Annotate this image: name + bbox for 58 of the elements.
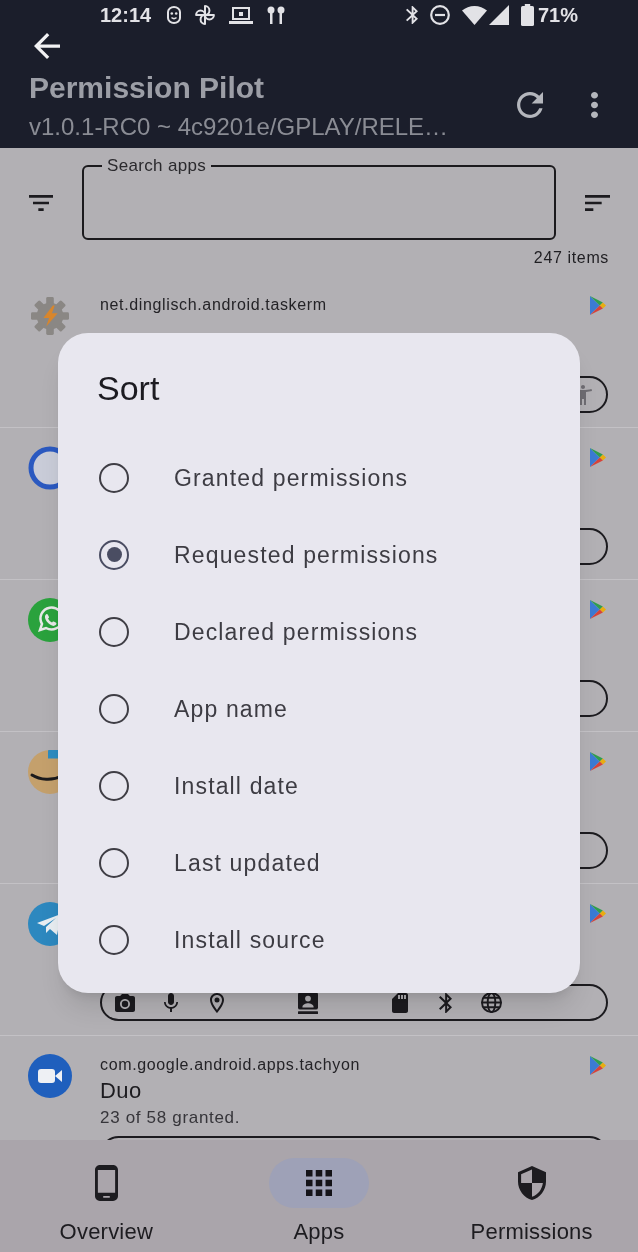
dialog-title: Sort xyxy=(96,368,161,408)
play-triangle-icon xyxy=(590,752,606,771)
bluetooth-icon xyxy=(405,6,418,24)
status-time: 12:14 xyxy=(100,3,152,27)
camera-icon xyxy=(114,993,135,1012)
app-title: Permission Pilot xyxy=(29,69,266,106)
sort-option[interactable]: App name xyxy=(58,670,580,747)
radio-button[interactable] xyxy=(99,539,129,570)
face-icon xyxy=(167,6,182,24)
radio-button[interactable] xyxy=(99,462,129,493)
sort-option[interactable]: Install date xyxy=(58,747,580,824)
phone-icon[interactable] xyxy=(94,1165,118,1201)
radio-button[interactable] xyxy=(99,847,129,878)
radio-button[interactable] xyxy=(99,770,129,801)
play-triangle-icon xyxy=(590,904,606,923)
item-count: 247 items xyxy=(533,248,609,268)
sort-option[interactable]: Requested permissions xyxy=(58,516,580,593)
permission-summary: 23 of 58 granted. xyxy=(100,1107,242,1129)
play-triangle-icon xyxy=(590,600,606,619)
gear-icon xyxy=(31,297,69,335)
do-not-disturb-icon xyxy=(429,5,450,25)
pinwheel-icon xyxy=(195,5,216,25)
laptop-icon xyxy=(229,6,254,24)
bluetooth-icon xyxy=(439,992,453,1013)
apps-grid-icon[interactable] xyxy=(306,1170,332,1196)
back-arrow-icon[interactable] xyxy=(34,33,60,59)
play-triangle-icon xyxy=(590,448,606,467)
package-name: com.google.android.apps.tachyon xyxy=(100,1055,361,1075)
sd-card-icon xyxy=(391,992,408,1013)
sort-option[interactable]: Install source xyxy=(58,901,580,978)
radio-button[interactable] xyxy=(99,616,129,647)
location-pin-icon xyxy=(209,992,224,1013)
wifi-icon xyxy=(461,6,487,25)
more-options-icon[interactable] xyxy=(591,92,598,118)
microphone-icon xyxy=(163,993,178,1012)
refresh-icon[interactable] xyxy=(517,92,543,118)
battery-percent: 71% xyxy=(537,3,578,27)
shield-icon[interactable] xyxy=(517,1166,546,1200)
nav-tab[interactable]: Apps xyxy=(212,1140,426,1252)
sort-option[interactable]: Granted permissions xyxy=(58,439,580,516)
battery-icon xyxy=(520,4,534,26)
video-camera-icon xyxy=(28,1054,72,1098)
sort-option[interactable]: Declared permissions xyxy=(58,593,580,670)
play-triangle-icon xyxy=(590,296,606,315)
nav-tab[interactable]: Permissions xyxy=(425,1140,638,1252)
app-version: v1.0.1-RC0 ~ 4c9201e/GPLAY/RELE… xyxy=(29,112,450,141)
radio-button[interactable] xyxy=(99,924,129,955)
play-triangle-icon xyxy=(590,1056,606,1075)
package-name: net.dinglisch.android.taskerm xyxy=(100,295,328,315)
globe-icon xyxy=(480,992,502,1013)
sort-icon[interactable] xyxy=(584,194,610,211)
nav-tab[interactable]: Overview xyxy=(0,1140,213,1252)
filter-icon[interactable] xyxy=(29,194,53,211)
radio-button[interactable] xyxy=(99,693,129,724)
app-name: Duo xyxy=(100,1077,143,1105)
signal-icon xyxy=(488,5,509,25)
sort-option[interactable]: Last updated xyxy=(58,824,580,901)
earbuds-icon xyxy=(267,6,286,24)
